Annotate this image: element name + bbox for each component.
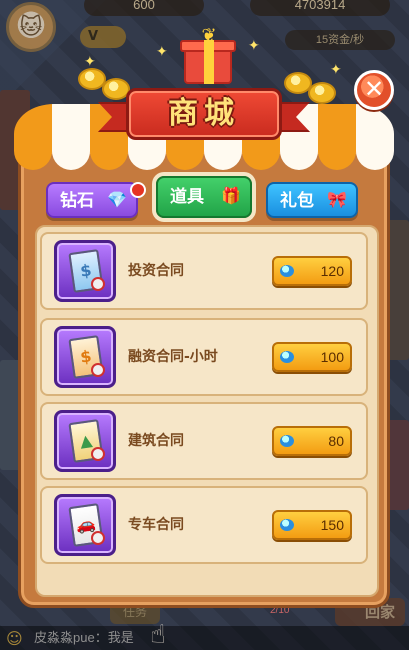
tab-gift-label: 礼包 (280, 191, 314, 211)
close-button[interactable]: ✕ (354, 70, 394, 110)
diamond-icon (280, 519, 294, 531)
item-price: 120 (320, 263, 344, 279)
gift-icon: 🎀 (327, 190, 347, 209)
coin-icon (308, 82, 336, 104)
chat-smile-icon: ☺ (6, 629, 23, 648)
diamond-icon: 💎 (107, 190, 127, 209)
gift-box-icon: ❦ (178, 27, 238, 86)
sparkle-icon: ✦ (156, 44, 168, 60)
financing-contract-icon: $ (54, 326, 116, 388)
sparkle-icon: ✦ (330, 62, 342, 78)
buy-button[interactable]: 120 (272, 256, 352, 286)
sparkle-icon: ✦ (84, 54, 96, 70)
construction-contract-icon: ▲ (54, 410, 116, 472)
item-name: 建筑合同 (128, 433, 184, 449)
shop-item: $ 融资合同-小时 100 (40, 318, 368, 396)
car-contract-icon: 🚗 (54, 494, 116, 556)
item-box-icon: 🎁 (221, 186, 241, 205)
buy-button[interactable]: 100 (272, 342, 352, 372)
chat-message[interactable]: 皮淼淼pue：我是 (0, 626, 409, 650)
money-counter: 4703914 (250, 0, 390, 16)
shop-item: ▲ 建筑合同 80 (40, 402, 368, 480)
sparkle-icon: ✦ (248, 38, 260, 54)
item-name: 专车合同 (128, 517, 184, 533)
item-name: 融资合同-小时 (128, 349, 218, 365)
buy-button[interactable]: 150 (272, 510, 352, 540)
diamond-counter: 600 (84, 0, 204, 16)
tab-gift-pack[interactable]: 礼包 🎀 (266, 182, 358, 218)
buy-button[interactable]: 80 (272, 426, 352, 456)
item-price: 80 (328, 433, 344, 449)
shop-dialog: ✦ ✦ ✦ ✦ ❦ 商城 ✕ 钻石 💎 道具 🎁 礼包 🎀 $ 投资合同 120… (14, 27, 394, 608)
shop-item: 🚗 专车合同 150 (40, 486, 368, 564)
item-name: 投资合同 (128, 263, 184, 279)
shop-tabs: 钻石 💎 道具 🎁 礼包 🎀 (44, 176, 364, 222)
tab-items[interactable]: 道具 🎁 (156, 176, 252, 218)
shop-item: $ 投资合同 120 (40, 232, 368, 310)
diamond-count: 600 (133, 0, 155, 12)
item-price: 150 (320, 517, 344, 533)
diamond-icon (280, 351, 294, 363)
title-banner: 商城 (98, 80, 310, 148)
shop-title: 商城 (168, 96, 240, 131)
diamond-icon (280, 435, 294, 447)
item-price: 100 (320, 349, 344, 365)
bottom-hud: 任务 2/10 回家 皮淼淼pue：我是 ☺ ☝ (0, 598, 409, 650)
tab-diamond[interactable]: 钻石 💎 (46, 182, 146, 218)
money-count: 4703914 (294, 0, 346, 12)
notification-dot (130, 182, 146, 198)
pointing-hand-icon: ☝ (150, 620, 166, 650)
tab-diamond-label: 钻石 (60, 191, 94, 211)
investment-contract-icon: $ (54, 240, 116, 302)
tab-items-label: 道具 (170, 187, 204, 207)
close-icon: ✕ (363, 75, 385, 103)
diamond-icon (280, 265, 294, 277)
